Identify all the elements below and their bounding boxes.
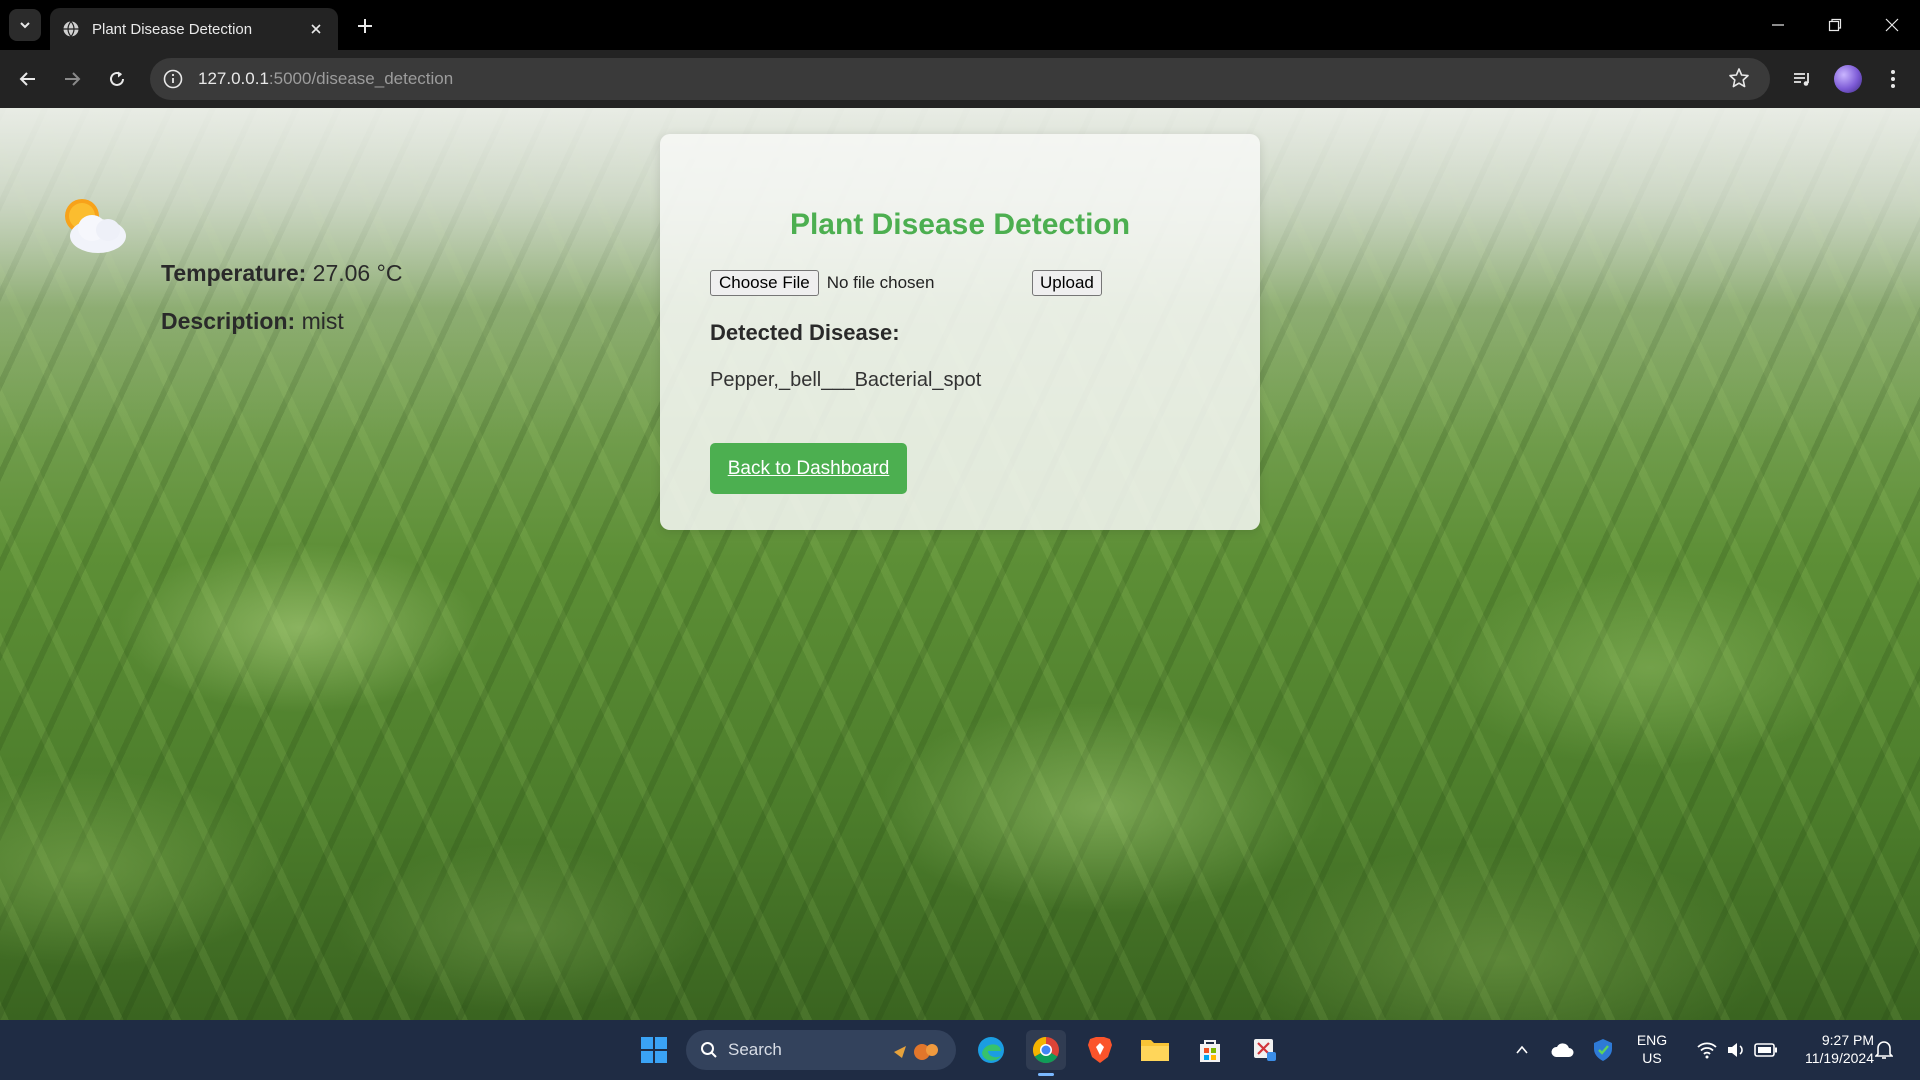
reload-icon [110,71,124,86]
wifi-icon [1697,1042,1717,1059]
plus-icon [358,19,372,33]
temperature-label: Temperature: [161,260,307,286]
browser-tab-active[interactable]: Plant Disease Detection [50,8,338,50]
taskbar-search-box[interactable]: Search [686,1030,956,1070]
partly-cloudy-icon [65,199,126,253]
chrome-icon [1032,1036,1059,1064]
temperature-line: Temperature: 27.06 °C [161,260,402,287]
url-path: :5000/disease_detection [268,69,454,88]
back-to-dashboard-button[interactable]: Back to Dashboard [710,443,907,494]
language-indicator[interactable]: ENG US [1630,1031,1674,1067]
taskbar-file-explorer[interactable] [1135,1030,1175,1070]
volume-icon [1728,1043,1743,1057]
restore-icon [1828,18,1841,32]
detected-disease-value: Pepper,_bell___Bacterial_spot [710,369,982,391]
chevron-down-icon [20,22,30,29]
url-text: 127.0.0.1:5000/disease_detection [198,69,1728,89]
profile-avatar[interactable] [1834,65,1862,93]
restore-button[interactable] [1806,0,1863,50]
folder-icon [1141,1040,1169,1061]
chevron-up-icon [1516,1045,1528,1054]
clock[interactable]: 9:27 PM 11/19/2024 [1778,1031,1874,1067]
search-label: Search [728,1040,782,1059]
bookmark-star-icon[interactable] [1728,67,1752,91]
window-controls [1749,0,1920,50]
start-button[interactable] [634,1030,674,1070]
disease-detection-card: Plant Disease Detection Choose File No f… [660,134,1260,530]
onedrive-tray[interactable] [1542,1030,1582,1070]
search-highlight-icon [894,1044,938,1060]
tab-close-icon[interactable] [306,19,326,39]
description-line: Description: mist [161,308,344,335]
taskbar-snipping-tool[interactable] [1245,1030,1285,1070]
search-icon [701,1042,717,1058]
minimize-icon [1771,24,1784,26]
windows-logo-icon [641,1037,667,1063]
new-tab-button[interactable] [352,13,378,39]
store-icon [1200,1040,1220,1062]
clock-time: 9:27 PM [1821,1032,1874,1048]
arrow-right-icon [65,72,81,86]
temperature-value: 27.06 °C [306,260,403,286]
site-info-icon[interactable] [162,68,184,90]
snipping-tool-icon [1254,1039,1276,1061]
weather-widget: Temperature: 27.06 °C Description: mist [56,188,416,334]
address-bar[interactable]: 127.0.0.1:5000/disease_detection [150,58,1770,100]
taskbar-store[interactable] [1190,1030,1230,1070]
notifications-button[interactable] [1866,1030,1902,1070]
kebab-menu-icon [1891,70,1895,88]
arrow-left-icon [19,72,35,86]
back-button[interactable] [14,65,42,93]
cloud-icon [1551,1043,1574,1057]
brave-icon [1088,1037,1112,1063]
page-background: Temperature: 27.06 °C Description: mist … [0,108,1920,1020]
choose-file-button[interactable]: Choose File [710,270,819,296]
playlist-icon [1794,73,1809,86]
edge-icon [978,1037,1004,1063]
description-value: mist [295,308,344,334]
security-tray[interactable] [1583,1030,1623,1070]
region-code: US [1642,1050,1662,1066]
page-title: Plant Disease Detection [789,208,1131,241]
tab-search-button[interactable] [9,9,41,41]
url-host: 127.0.0.1 [198,69,269,88]
tab-title: Plant Disease Detection [92,20,253,38]
shield-icon [1594,1039,1612,1061]
browser-tab-strip: Plant Disease Detection [0,0,1920,50]
file-status-text: No file chosen [826,273,935,292]
battery-icon [1754,1043,1777,1057]
show-hidden-icons-button[interactable] [1502,1030,1542,1070]
forward-button[interactable] [58,65,86,93]
taskbar-chrome[interactable] [1026,1030,1066,1076]
reload-button[interactable] [103,65,131,93]
description-label: Description: [161,308,296,334]
windows-taskbar: Search ENG US 9:27 PM 11/19/2024 [0,1020,1920,1080]
taskbar-edge[interactable] [971,1030,1011,1070]
browser-toolbar: 127.0.0.1:5000/disease_detection [0,50,1920,108]
globe-icon [62,20,80,38]
bell-icon [1875,1041,1893,1059]
taskbar-brave[interactable] [1080,1030,1120,1070]
close-window-button[interactable] [1863,0,1920,50]
browser-menu-button[interactable] [1879,65,1907,93]
upload-button[interactable]: Upload [1032,270,1102,296]
language-code: ENG [1636,1032,1668,1048]
detected-disease-heading: Detected Disease: [710,320,900,345]
minimize-button[interactable] [1749,0,1806,50]
clock-date: 11/19/2024 [1804,1050,1874,1066]
close-icon [1885,18,1898,32]
media-controls-button[interactable] [1788,65,1816,93]
